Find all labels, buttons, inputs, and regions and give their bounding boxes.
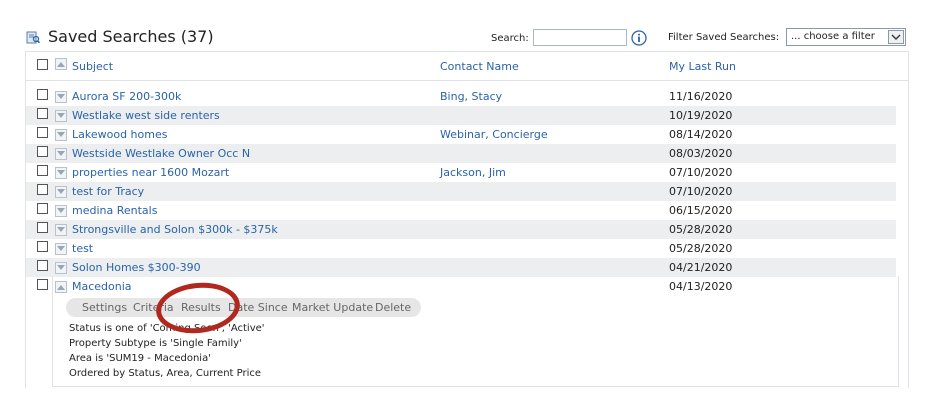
row-last-run: 04/21/2020 <box>669 261 733 274</box>
row-last-run: 11/16/2020 <box>669 90 733 103</box>
row-subject[interactable]: Westside Westlake Owner Occ N <box>72 147 250 160</box>
delete-action[interactable]: Delete <box>375 301 411 314</box>
row-checkbox[interactable] <box>37 89 48 100</box>
criteria-line: Area is 'SUM19 - Macedonia' <box>69 353 211 364</box>
row-checkbox[interactable] <box>37 146 48 157</box>
chevron-down-icon <box>57 208 65 213</box>
row-last-run: 07/10/2020 <box>669 185 733 198</box>
chevron-down-icon <box>57 151 65 156</box>
column-subject[interactable]: Subject <box>72 60 113 73</box>
table-row: medina Rentals 06/15/2020 <box>26 201 896 220</box>
row-last-run: 05/28/2020 <box>669 242 733 255</box>
criteria-line: Property Subtype is 'Single Family' <box>69 338 242 349</box>
saved-search-icon <box>26 31 40 44</box>
chevron-down-icon <box>57 170 65 175</box>
chevron-up-icon <box>57 62 65 67</box>
filter-selected-value: ... choose a filter <box>791 31 875 42</box>
row-contact[interactable]: Webinar, Concierge <box>440 128 548 141</box>
table-row: test for Tracy 07/10/2020 <box>26 182 896 201</box>
sort-toggle[interactable] <box>55 58 67 70</box>
row-checkbox[interactable] <box>37 108 48 119</box>
row-subject[interactable]: test <box>72 242 93 255</box>
select-all-checkbox[interactable] <box>37 59 48 70</box>
row-expand-toggle[interactable] <box>55 91 67 103</box>
settings-action[interactable]: Settings <box>82 301 127 314</box>
chevron-down-icon <box>57 94 65 99</box>
row-expand-toggle[interactable] <box>55 148 67 160</box>
chevron-down-icon <box>57 246 65 251</box>
filter-select[interactable]: ... choose a filter <box>786 28 906 46</box>
row-expand-toggle[interactable] <box>55 167 67 179</box>
row-subject[interactable]: Aurora SF 200-300k <box>72 90 181 103</box>
row-contact[interactable]: Jackson, Jim <box>440 166 506 179</box>
chevron-down-icon <box>888 30 904 44</box>
table-row: Westside Westlake Owner Occ N 08/03/2020 <box>26 144 896 163</box>
row-last-run: 05/28/2020 <box>669 223 733 236</box>
row-subject[interactable]: Solon Homes $300-390 <box>72 261 201 274</box>
table-row: Lakewood homes Webinar, Concierge 08/14/… <box>26 125 896 144</box>
saved-searches-table: Subject Contact Name My Last Run Aurora … <box>25 51 909 388</box>
filter-label: Filter Saved Searches: <box>668 32 780 43</box>
chevron-down-icon <box>57 132 65 137</box>
page-header: Saved Searches (37) Search: Filter Saved… <box>0 0 933 50</box>
row-expand-toggle[interactable] <box>55 262 67 274</box>
row-expand-toggle[interactable] <box>55 110 67 122</box>
row-checkbox[interactable] <box>37 184 48 195</box>
table-row: Aurora SF 200-300k Bing, Stacy 11/16/202… <box>26 87 896 106</box>
table-row: test 05/28/2020 <box>26 239 896 258</box>
row-last-run: 08/03/2020 <box>669 147 733 160</box>
criteria-line: Ordered by Status, Area, Current Price <box>69 368 262 379</box>
search-input[interactable] <box>533 29 627 46</box>
row-subject[interactable]: Lakewood homes <box>72 128 167 141</box>
row-expand-toggle[interactable] <box>55 186 67 198</box>
table-row: Strongsville and Solon $300k - $375k 05/… <box>26 220 896 239</box>
row-checkbox[interactable] <box>37 241 48 252</box>
row-subject[interactable]: properties near 1600 Mozart <box>72 166 229 179</box>
row-checkbox[interactable] <box>37 127 48 138</box>
row-expand-toggle[interactable] <box>55 129 67 141</box>
row-last-run: 07/10/2020 <box>669 166 733 179</box>
chevron-down-icon <box>57 265 65 270</box>
row-expand-toggle[interactable] <box>55 205 67 217</box>
row-checkbox[interactable] <box>37 222 48 233</box>
row-checkbox[interactable] <box>37 279 48 290</box>
row-expand-toggle[interactable] <box>55 224 67 236</box>
row-checkbox[interactable] <box>37 203 48 214</box>
row-last-run: 06/15/2020 <box>669 204 733 217</box>
table-row: Solon Homes $300-390 04/21/2020 <box>26 258 896 277</box>
table-row: properties near 1600 Mozart Jackson, Jim… <box>26 163 896 182</box>
market-update-action[interactable]: Market Update <box>292 301 373 314</box>
row-checkbox[interactable] <box>37 260 48 271</box>
row-subject[interactable]: medina Rentals <box>72 204 157 217</box>
row-contact[interactable]: Bing, Stacy <box>440 90 502 103</box>
info-icon[interactable] <box>631 30 647 46</box>
row-subject[interactable]: Strongsville and Solon $300k - $375k <box>72 223 278 236</box>
row-subject[interactable]: test for Tracy <box>72 185 144 198</box>
row-last-run: 08/14/2020 <box>669 128 733 141</box>
column-contact-name[interactable]: Contact Name <box>440 60 519 73</box>
search-action-bar: Settings Criteria Results Date Since Mar… <box>66 298 421 317</box>
row-expand-toggle[interactable] <box>55 243 67 255</box>
chevron-down-icon <box>57 189 65 194</box>
search-label: Search: <box>491 33 529 44</box>
table-row: Westlake west side renters 10/19/2020 <box>26 106 896 125</box>
chevron-down-icon <box>57 227 65 232</box>
chevron-down-icon <box>57 113 65 118</box>
column-my-last-run[interactable]: My Last Run <box>669 60 736 73</box>
table-header: Subject Contact Name My Last Run <box>26 52 908 81</box>
row-subject[interactable]: Westlake west side renters <box>72 109 220 122</box>
row-checkbox[interactable] <box>37 165 48 176</box>
row-last-run: 10/19/2020 <box>669 109 733 122</box>
page-title: Saved Searches (37) <box>48 27 214 46</box>
